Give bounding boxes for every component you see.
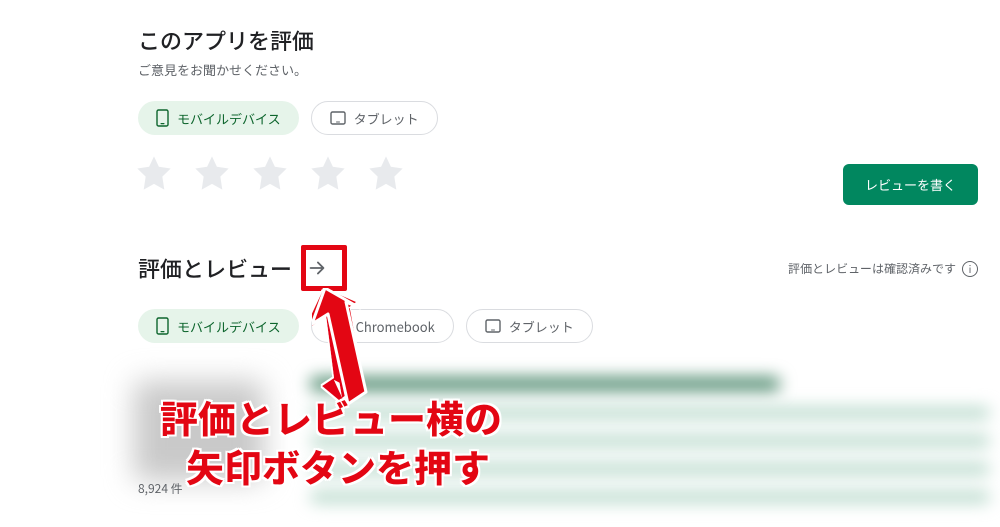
star-icon[interactable] (134, 153, 174, 193)
annotation-line-2: 矢印ボタンを押す (160, 441, 502, 490)
chip-label: モバイルデバイス (177, 317, 281, 336)
chip-mobile-device-reviews[interactable]: モバイルデバイス (138, 309, 299, 343)
star-icon[interactable] (192, 153, 232, 193)
laptop-icon (330, 319, 348, 333)
annotation-line-1: 評価とレビュー横の (160, 392, 502, 441)
arrow-right-icon (306, 257, 328, 279)
review-count: 8,924 件 (138, 480, 183, 497)
tablet-icon (330, 111, 346, 125)
device-chip-row-rate: モバイルデバイス タブレット (138, 101, 1000, 135)
blurred-rating-summary (130, 377, 992, 527)
star-icon[interactable] (366, 153, 406, 193)
chip-tablet-reviews[interactable]: タブレット (466, 309, 593, 343)
chip-chromebook[interactable]: Chromebook (311, 309, 454, 343)
chip-mobile-device[interactable]: モバイルデバイス (138, 101, 299, 135)
star-icon[interactable] (250, 153, 290, 193)
smartphone-icon (156, 317, 169, 335)
star-icon[interactable] (308, 153, 348, 193)
device-chip-row-reviews: モバイルデバイス Chromebook タブレット (138, 309, 1000, 343)
write-review-button[interactable]: レビューを書く (843, 164, 978, 205)
chip-label: タブレット (509, 317, 574, 336)
reviews-arrow-button[interactable] (300, 251, 334, 285)
tablet-icon (485, 319, 501, 333)
verified-text: 評価とレビューは確認済みです (788, 260, 956, 277)
smartphone-icon (156, 109, 169, 127)
rate-app-title: このアプリを評価 (138, 24, 1000, 56)
chip-label: タブレット (354, 109, 419, 128)
chip-tablet[interactable]: タブレット (311, 101, 438, 135)
reviews-verified-note: 評価とレビューは確認済みです i (788, 260, 978, 277)
reviews-section-title: 評価とレビュー (138, 252, 292, 284)
info-icon[interactable]: i (962, 261, 978, 277)
chip-label: モバイルデバイス (177, 109, 281, 128)
annotation-text: 評価とレビュー横の 矢印ボタンを押す (160, 392, 502, 491)
rate-app-subtitle: ご意見をお聞かせください。 (138, 60, 1000, 79)
chip-label: Chromebook (356, 317, 435, 336)
